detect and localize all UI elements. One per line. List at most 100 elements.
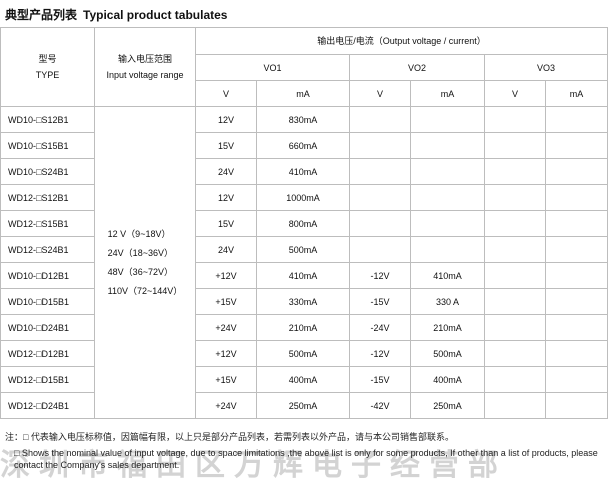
- vo2-v-cell: [349, 210, 411, 237]
- vo1-ma-cell: 1000mA: [256, 184, 350, 211]
- table-row: WD12-□S15B1 15V 800mA: [0, 210, 609, 237]
- vo2-ma-cell: [410, 210, 485, 237]
- table-row: WD10-□S15B1 15V 660mA: [0, 132, 609, 159]
- vo3-ma-cell: [544, 236, 609, 263]
- page-title: 典型产品列表 Typical product tabulates: [5, 6, 227, 23]
- table-row: WD10-□S12B1 12 V（9~18V） 24V（18~36V） 48V（36~…: [0, 106, 609, 419]
- vo3-ma-cell: [544, 184, 609, 211]
- vo3-v-cell: [484, 262, 546, 289]
- input-range-item: 48V（36~72V）: [107, 266, 173, 277]
- header-vo1-ma: mA: [256, 80, 350, 107]
- vo2-ma-cell: [410, 106, 485, 133]
- note-cn: 注：□ 代表输入电压标称值，因篇幅有限，以上只是部分产品列表，若需列表以外产品，…: [5, 432, 454, 442]
- vo2-ma-cell: 250mA: [410, 392, 485, 419]
- vo3-v-cell: [484, 184, 546, 211]
- table-row: WD12-□S12B1 12V 1000mA: [0, 184, 609, 211]
- vo3-v-cell: [484, 392, 546, 419]
- vo3-v-cell: [484, 314, 546, 341]
- table-row: WD12-□D24B1 +24V 250mA -42V 250mA: [0, 392, 609, 419]
- header-vo1: VO1: [195, 54, 350, 81]
- vo2-v-cell: -12V: [349, 262, 411, 289]
- vo2-v-cell: [349, 236, 411, 263]
- vo3-v-cell: [484, 236, 546, 263]
- vo1-ma-cell: 830mA: [256, 106, 350, 133]
- vo2-ma-cell: 500mA: [410, 340, 485, 367]
- vo1-ma-cell: 500mA: [256, 340, 350, 367]
- input-range-item: 12 V（9~18V）: [107, 228, 171, 239]
- vo2-ma-cell: 330 A: [410, 288, 485, 315]
- table-row: WD12-□D12B1 +12V 500mA -12V 500mA: [0, 340, 609, 367]
- model-cell: WD12-□D12B1: [0, 340, 95, 367]
- product-table: 型号 TYPE 输入电压范围 Input voltage range 输出电压/…: [0, 27, 609, 419]
- page-title-en: Typical product tabulates: [83, 8, 228, 22]
- vo1-v-cell: 24V: [195, 158, 257, 185]
- vo1-ma-cell: 660mA: [256, 132, 350, 159]
- header-input-cn: 输入电压范围: [117, 54, 172, 64]
- model-cell: WD12-□S12B1: [0, 184, 95, 211]
- model-cell: WD10-□S12B1: [0, 106, 95, 133]
- vo3-ma-cell: [544, 340, 609, 367]
- vo1-ma-cell: 500mA: [256, 236, 350, 263]
- header-output: 输出电压/电流（Output voltage / current）: [194, 27, 609, 55]
- vo3-v-cell: [484, 288, 546, 315]
- table-row: WD10-□D15B1 +15V 330mA -15V 330 A: [0, 288, 609, 315]
- vo2-v-cell: -15V: [349, 288, 411, 315]
- vo2-v-cell: [349, 106, 411, 133]
- vo3-ma-cell: [544, 262, 609, 289]
- header-vo3: VO3: [483, 54, 609, 81]
- vo1-v-cell: +24V: [195, 392, 257, 419]
- vo1-ma-cell: 800mA: [256, 210, 350, 237]
- model-cell: WD12-□D15B1: [0, 366, 95, 393]
- vo1-ma-cell: 210mA: [256, 314, 350, 341]
- input-range-item: 110V（72~144V）: [107, 285, 183, 296]
- model-cell: WD10-□S24B1: [0, 158, 95, 185]
- vo3-v-cell: [484, 106, 546, 133]
- model-cell: WD12-□S15B1: [0, 210, 95, 237]
- vo2-ma-cell: 400mA: [410, 366, 485, 393]
- header-type-en: TYPE: [35, 70, 60, 80]
- vo1-v-cell: 12V: [195, 106, 257, 133]
- vo1-ma-cell: 410mA: [256, 262, 350, 289]
- vo3-ma-cell: [544, 314, 609, 341]
- vo1-ma-cell: 250mA: [256, 392, 350, 419]
- input-range-cell: 12 V（9~18V） 24V（18~36V） 48V（36~72V） 110V（72…: [94, 106, 196, 419]
- vo3-v-cell: [484, 210, 546, 237]
- vo3-ma-cell: [544, 210, 609, 237]
- vo2-v-cell: -15V: [349, 366, 411, 393]
- table-row: WD12-□S24B1 24V 500mA: [0, 236, 609, 263]
- model-cell: WD10-□D12B1: [0, 262, 95, 289]
- vo1-v-cell: +12V: [195, 340, 257, 367]
- header-vo3-ma: mA: [544, 80, 609, 107]
- header-vo2-v: V: [349, 80, 411, 107]
- model-cell: WD10-□D24B1: [0, 314, 95, 341]
- vo2-ma-cell: 210mA: [410, 314, 485, 341]
- table-row: WD10-□D24B1 +24V 210mA -24V 210mA: [0, 314, 609, 341]
- vo3-ma-cell: [544, 288, 609, 315]
- vo2-v-cell: -12V: [349, 340, 411, 367]
- vo1-v-cell: +15V: [195, 288, 257, 315]
- header-type-cn: 型号: [38, 54, 57, 64]
- table-row: WD10-□S24B1 24V 410mA: [0, 158, 609, 185]
- vo2-v-cell: -42V: [349, 392, 411, 419]
- table-row: WD10-□D12B1 +12V 410mA -12V 410mA: [0, 262, 609, 289]
- header-vo1-v: V: [195, 80, 257, 107]
- vo2-ma-cell: [410, 236, 485, 263]
- vo1-v-cell: +12V: [195, 262, 257, 289]
- vo1-v-cell: 12V: [195, 184, 257, 211]
- vo3-v-cell: [484, 132, 546, 159]
- header-input-en: Input voltage range: [106, 70, 184, 80]
- vo3-v-cell: [484, 340, 546, 367]
- vo3-v-cell: [484, 158, 546, 185]
- header-vo2: VO2: [349, 54, 485, 81]
- vo3-ma-cell: [544, 106, 609, 133]
- vo1-v-cell: 24V: [195, 236, 257, 263]
- vo3-ma-cell: [544, 366, 609, 393]
- vo1-v-cell: 15V: [195, 210, 257, 237]
- vo2-v-cell: [349, 132, 411, 159]
- vo1-v-cell: +15V: [195, 366, 257, 393]
- vo1-v-cell: 15V: [195, 132, 257, 159]
- model-cell: WD12-□S24B1: [0, 236, 95, 263]
- model-cell: WD10-□S15B1: [0, 132, 95, 159]
- vo1-v-cell: +24V: [195, 314, 257, 341]
- header-vo3-v: V: [484, 80, 546, 107]
